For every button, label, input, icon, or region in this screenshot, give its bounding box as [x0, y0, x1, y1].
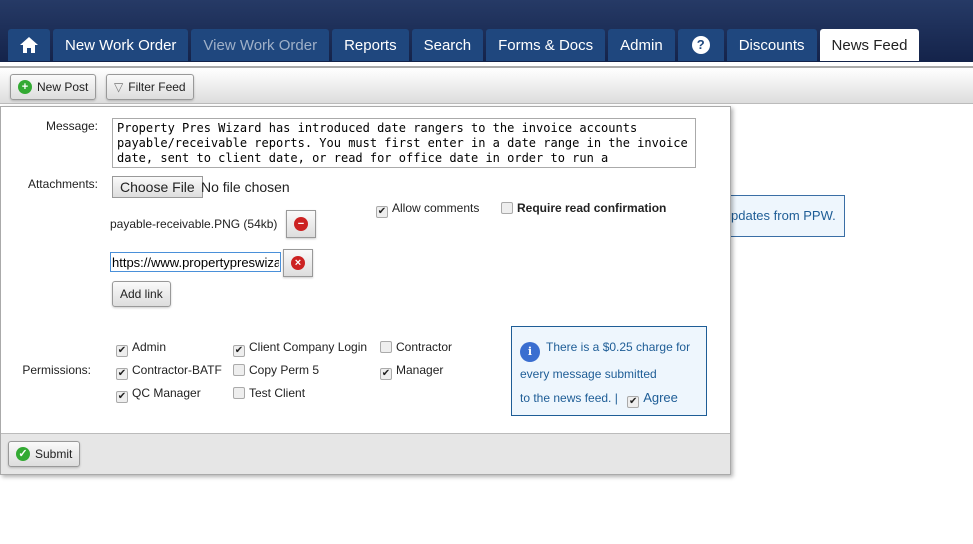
notice-line-1: There is a $0.25 charge for — [546, 340, 691, 354]
checkbox-checked: ✔ — [376, 206, 388, 218]
tab-home[interactable] — [8, 29, 50, 61]
new-post-button[interactable]: + New Post — [10, 74, 97, 100]
feed-item-snippet: pdates from PPW. — [720, 195, 845, 237]
permission-checkbox[interactable]: ✔ Manager — [380, 363, 443, 380]
message-textarea[interactable] — [112, 118, 696, 168]
require-read-checkbox[interactable]: Require read confirmation — [501, 201, 666, 215]
filter-feed-button[interactable]: ▽ Filter Feed — [106, 74, 194, 100]
no-file-text: No file chosen — [201, 179, 290, 195]
remove-link-button[interactable]: × — [283, 249, 313, 277]
checkbox-checked: ✔ — [627, 396, 640, 408]
new-post-label: New Post — [37, 80, 89, 94]
agree-checkbox[interactable]: ✔ Agree — [627, 390, 678, 408]
agree-label: Agree — [643, 390, 678, 405]
permission-label: Admin — [132, 340, 167, 354]
charge-notice: i There is a $0.25 charge for every messa… — [511, 326, 707, 416]
checkbox-checked: ✔ — [380, 368, 392, 380]
checkbox-unchecked — [380, 341, 392, 353]
home-icon — [20, 37, 38, 53]
new-post-panel: Message: Attachments: Choose File No fil… — [0, 106, 731, 475]
minus-icon: − — [294, 217, 308, 231]
checkbox-checked: ✔ — [116, 391, 128, 403]
permission-checkbox[interactable]: ✔ Admin — [116, 340, 166, 357]
check-icon: ✓ — [16, 447, 30, 461]
filter-icon: ▽ — [114, 80, 124, 94]
tab-forms-docs[interactable]: Forms & Docs — [486, 29, 606, 61]
permission-label: Client Company Login — [249, 340, 368, 354]
toolbar: + New Post ▽ Filter Feed — [0, 66, 973, 104]
permission-checkbox[interactable]: ✔ Client Company Login — [233, 340, 367, 357]
checkbox-unchecked — [233, 387, 245, 399]
tab-view-work-order[interactable]: View Work Order — [191, 29, 330, 61]
tab-help[interactable]: ? — [677, 29, 724, 61]
permission-checkbox[interactable]: ✔ Contractor-BATF — [116, 363, 222, 380]
permission-label: QC Manager — [132, 386, 201, 400]
tab-new-work-order[interactable]: New Work Order — [53, 29, 189, 61]
plus-icon: + — [18, 80, 32, 94]
attachments-label: Attachments: — [27, 177, 98, 191]
info-icon: i — [520, 342, 540, 362]
message-label: Message: — [45, 119, 98, 133]
checkbox-checked: ✔ — [116, 368, 128, 380]
add-link-button[interactable]: Add link — [112, 281, 171, 307]
permissions-label: Permissions: — [22, 363, 91, 377]
permission-label: Contractor-BATF — [132, 363, 222, 377]
attachment-name: payable-receivable.PNG (54kb) — [110, 217, 278, 231]
permission-label: Manager — [396, 363, 444, 377]
filter-feed-label: Filter Feed — [128, 80, 186, 94]
allow-comments-checkbox[interactable]: ✔ Allow comments — [376, 201, 479, 218]
allow-comments-label: Allow comments — [392, 201, 480, 215]
permission-label: Copy Perm 5 — [249, 363, 320, 377]
notice-line-2: every message submitted — [520, 367, 657, 381]
permission-checkbox[interactable]: Contractor — [380, 340, 452, 354]
checkbox-checked: ✔ — [233, 345, 245, 357]
checkbox-checked: ✔ — [116, 345, 128, 357]
checkbox-unchecked — [501, 202, 513, 214]
close-icon: × — [291, 256, 305, 270]
tab-discounts[interactable]: Discounts — [726, 29, 817, 61]
permission-checkbox[interactable]: Copy Perm 5 — [233, 363, 319, 377]
tab-search[interactable]: Search — [411, 29, 484, 61]
choose-file-button[interactable]: Choose File — [112, 176, 203, 198]
permission-checkbox[interactable]: Test Client — [233, 386, 305, 400]
tab-reports[interactable]: Reports — [332, 29, 409, 61]
question-icon: ? — [691, 36, 710, 54]
submit-label: Submit — [35, 447, 73, 461]
top-nav: New Work Order View Work Order Reports S… — [0, 0, 973, 62]
remove-attachment-button[interactable]: − — [286, 210, 316, 238]
permission-label: Contractor — [396, 340, 453, 354]
link-input[interactable] — [110, 252, 281, 272]
checkbox-unchecked — [233, 364, 245, 376]
panel-footer: ✓ Submit — [1, 433, 730, 474]
notice-line-3: to the news feed. | — [520, 391, 618, 405]
permission-checkbox[interactable]: ✔ QC Manager — [116, 386, 201, 403]
permission-label: Test Client — [249, 386, 306, 400]
require-read-label: Require read confirmation — [517, 201, 667, 215]
tab-news-feed[interactable]: News Feed — [819, 29, 920, 61]
tab-admin[interactable]: Admin — [608, 29, 675, 61]
submit-button[interactable]: ✓ Submit — [8, 441, 81, 467]
